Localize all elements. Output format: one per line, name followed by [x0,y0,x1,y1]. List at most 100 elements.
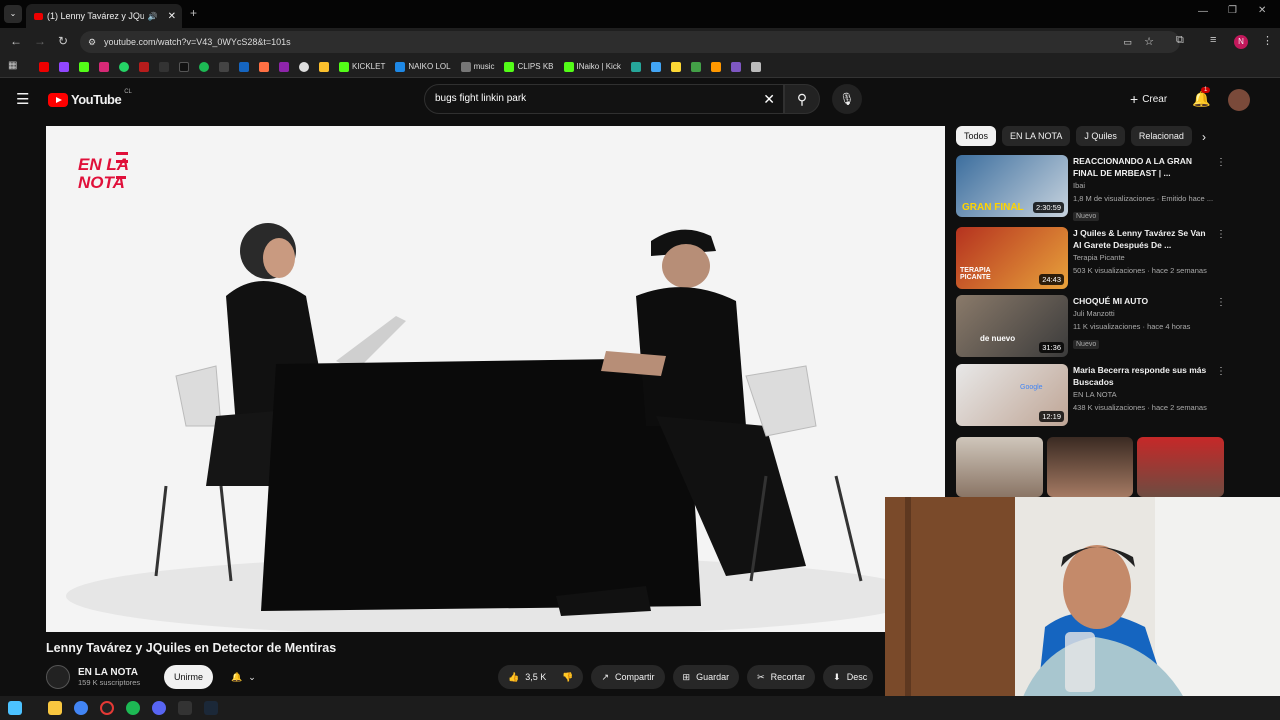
hamburger-menu-icon[interactable]: ☰ [16,90,29,108]
bookmark-naiko-lol[interactable]: NAIKO LOL [392,59,453,75]
bookmark-ext3[interactable] [668,59,684,75]
duration: 2:30:59 [1032,202,1064,213]
bookmark-instagram[interactable] [96,59,112,75]
bookmark-ext5[interactable] [708,59,724,75]
clear-search-icon[interactable]: ✕ [763,85,775,113]
recommendation-item[interactable]: GRAN FINAL 2:30:59 REACCIONANDO A LA GRA… [956,155,1226,221]
tab-search-icon[interactable]: ⌄ [4,5,22,23]
bookmark-ext2[interactable] [648,59,664,75]
account-avatar[interactable] [1228,89,1250,111]
join-button[interactable]: Unirme [164,665,214,689]
chip-all[interactable]: Todos [956,126,997,146]
reload-icon[interactable]: ↻ [58,34,68,48]
more-options-icon[interactable]: ⋮ [1216,297,1226,308]
bookmark-s[interactable] [216,59,232,75]
url-field[interactable]: ⚙ youtube.com/watch?v=V43_0WYcS28&t=101s… [80,31,1180,53]
taskbar [0,696,1280,720]
apps-grid-icon[interactable]: ▦ [8,60,17,71]
bookmark-clips-kb[interactable]: CLIPS KB [501,59,556,75]
short-thumbnail[interactable] [956,437,1043,497]
steam-icon[interactable] [204,701,218,715]
tab-close-icon[interactable]: ✕ [162,11,182,22]
bookmark-kick[interactable] [76,59,92,75]
recorder-icon[interactable] [100,701,114,715]
bookmark-tiktok[interactable] [176,59,192,75]
discord-icon[interactable] [152,701,166,715]
site-info-icon[interactable]: ⚙ [88,31,96,53]
like-button[interactable]: 👍 3,5 K 👎 [498,665,584,689]
bookmark-kicklet[interactable]: KICKLET [336,59,388,75]
bookmark-red[interactable] [136,59,152,75]
bookmark-inaiko-kick[interactable]: INaiko | Kick [561,59,624,75]
bookmark-whatsapp[interactable] [116,59,132,75]
more-options-icon[interactable]: ⋮ [1216,366,1226,377]
media-icon[interactable]: ≡ [1210,34,1216,46]
more-options-icon[interactable]: ⋮ [1216,157,1226,168]
youtube-logo[interactable]: YouTube CL [48,89,132,107]
bookmark-x[interactable] [156,59,172,75]
chip-channel[interactable]: EN LA NOTA [1002,126,1071,146]
forward-icon[interactable]: → [34,34,46,48]
bookmark-ext[interactable] [628,59,644,75]
more-options-icon[interactable]: ⋮ [1216,229,1226,240]
channel-info[interactable]: EN LA NOTA 159 K suscriptores [78,667,156,687]
bookmark-youtube[interactable] [36,59,52,75]
video-thumbnail[interactable]: Google 12:19 [956,364,1068,426]
bookmark-spotify[interactable] [196,59,212,75]
browser-tab[interactable]: (1) Lenny Tavárez y JQuiles e 🔊 ✕ [26,4,182,28]
bookmark-ext7[interactable] [748,59,764,75]
bookmark-yellow[interactable] [316,59,332,75]
bookmark-blue[interactable] [236,59,252,75]
ext-icon [650,61,661,72]
new-tab-icon[interactable]: + [190,6,197,20]
bookmark-star-icon[interactable]: ☆ [1144,31,1154,53]
file-explorer-icon[interactable] [48,701,62,715]
video-player[interactable]: EN LA NOTA [46,126,945,632]
chips-next-icon[interactable]: › [1202,130,1206,144]
video-thumbnail[interactable]: de nuevo 31:36 [956,295,1068,357]
dislike-icon[interactable]: 👎 [562,672,573,683]
voice-search-button[interactable]: 🎙 [832,84,862,114]
search-input[interactable]: bugs fight linkin park ✕ [424,84,784,114]
short-thumbnail[interactable] [1046,437,1134,497]
channel-avatar[interactable] [46,665,70,689]
minimize-icon[interactable]: — [1198,6,1208,17]
bookmark-ext4[interactable] [688,59,704,75]
share-button[interactable]: ↗ Compartir [591,665,665,689]
chrome-icon[interactable] [74,701,88,715]
back-icon[interactable]: ← [10,34,22,48]
spotify-icon[interactable] [126,701,140,715]
close-window-icon[interactable]: ✕ [1258,5,1266,16]
bookmark-ext6[interactable] [728,59,744,75]
create-button[interactable]: + Crear [1124,86,1180,112]
recommendation-item[interactable]: Google 12:19 Maria Becerra responde sus … [956,364,1226,426]
recommendation-item[interactable]: de nuevo 31:36 CHOQUÉ MI AUTO Juli Manzo… [956,295,1226,357]
notifications-button[interactable]: 🔔 1 [1192,87,1211,108]
extensions-icon[interactable]: ⧉ [1176,34,1184,47]
bookmark-music[interactable]: music [458,59,498,75]
short-thumbnail[interactable] [1137,437,1225,497]
app-icon[interactable] [178,701,192,715]
search-button[interactable]: ⚲ [784,84,820,114]
windows-start-icon[interactable] [8,701,22,715]
bookmark-purple[interactable] [276,59,292,75]
speaker-icon[interactable]: 🔊 [148,12,158,21]
cast-icon[interactable]: ▭ [1123,31,1132,53]
subscription-bell-button[interactable]: 🔔 ⌄ [221,665,266,689]
restore-icon[interactable]: ❐ [1228,5,1237,16]
create-label: Crear [1142,93,1168,105]
chip-related[interactable]: Relacionad [1130,126,1192,146]
download-button[interactable]: ⬇ Desc [823,665,874,689]
bookmark-orange[interactable] [256,59,272,75]
clip-button[interactable]: ✂ Recortar [747,665,816,689]
bookmark-twitch[interactable] [56,59,72,75]
bookmark-globe[interactable] [296,59,312,75]
profile-avatar[interactable]: N [1234,35,1248,49]
recommendation-item[interactable]: TERAPIA PICANTE 24:43 J Quiles & Lenny T… [956,227,1226,289]
save-button[interactable]: ⊞ Guardar [672,665,740,689]
video-thumbnail[interactable]: TERAPIA PICANTE 24:43 [956,227,1068,289]
whatsapp-icon [119,61,129,72]
menu-kebab-icon[interactable]: ⋮ [1262,34,1273,47]
video-thumbnail[interactable]: GRAN FINAL 2:30:59 [956,155,1068,217]
chip-artist[interactable]: J Quiles [1076,126,1125,146]
